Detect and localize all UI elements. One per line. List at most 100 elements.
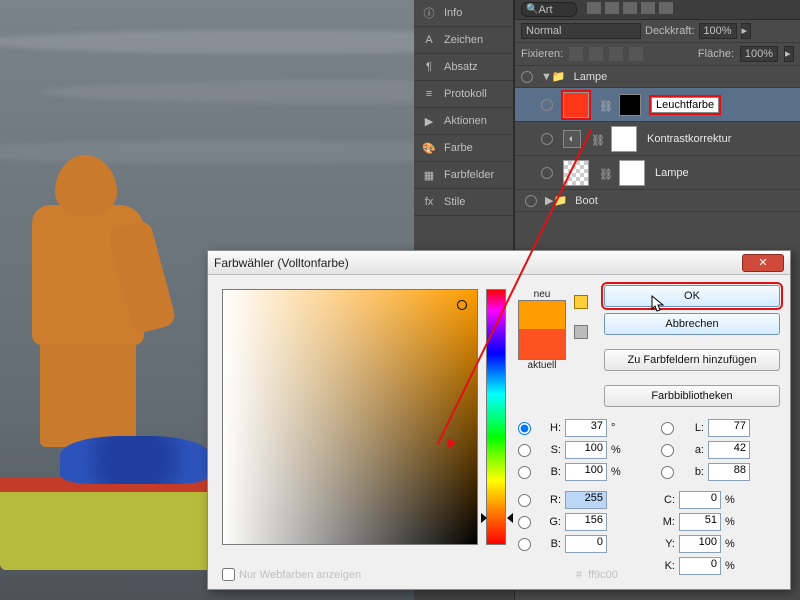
lock-artboard-icon[interactable] (629, 47, 643, 61)
input-a[interactable]: 42 (708, 441, 750, 459)
layer-mask-thumbnail[interactable] (611, 126, 637, 152)
panel-absatz[interactable]: ¶ Absatz (414, 54, 513, 81)
color-libraries-button[interactable]: Farbbibliotheken (604, 385, 780, 407)
input-r[interactable]: 255 (565, 491, 607, 509)
input-s[interactable]: 100 (565, 441, 607, 459)
label-c: C: (661, 494, 675, 506)
input-c[interactable]: 0 (679, 491, 721, 509)
visibility-toggle[interactable] (541, 99, 553, 111)
radio-a[interactable] (661, 444, 674, 457)
layer-name[interactable]: Lampe (655, 167, 689, 179)
radio-l[interactable] (661, 422, 674, 435)
radio-s[interactable] (518, 444, 531, 457)
panel-aktionen[interactable]: ▶Aktionen (414, 108, 513, 135)
panel-info[interactable]: ⓘ Info (414, 0, 513, 27)
current-color-swatch[interactable] (518, 330, 566, 360)
group-label: Lampe (574, 71, 608, 83)
opacity-value[interactable]: 100% (699, 23, 737, 39)
current-color-label: aktuell (518, 360, 566, 371)
layer-group-boot[interactable]: ▶📁 Boot (515, 190, 800, 212)
panel-label: Protokoll (444, 88, 487, 100)
panel-label: Info (444, 7, 462, 19)
add-swatch-button[interactable]: Zu Farbfeldern hinzufügen (604, 349, 780, 371)
visibility-toggle[interactable] (541, 133, 553, 145)
radio-g[interactable] (518, 516, 531, 529)
cancel-button[interactable]: Abbrechen (604, 313, 780, 335)
swatches-icon: ▦ (422, 168, 436, 182)
lock-position-icon[interactable] (589, 47, 603, 61)
panel-farbfelder[interactable]: ▦ Farbfelder (414, 162, 513, 189)
fill-flyout[interactable]: ▸ (784, 46, 794, 62)
label-y: Y: (661, 538, 675, 550)
styles-icon: fx (422, 195, 436, 209)
web-colors-check[interactable] (222, 568, 235, 581)
adjustment-icon: ◐ (563, 130, 581, 148)
web-colors-checkbox[interactable]: Nur Webfarben anzeigen (222, 568, 361, 581)
lock-all-icon[interactable] (609, 47, 623, 61)
layer-thumbnail[interactable] (563, 92, 589, 118)
radio-b2[interactable] (518, 538, 531, 551)
layer-group-lampe[interactable]: ▼📁 Lampe (515, 66, 800, 88)
visibility-toggle[interactable] (541, 167, 553, 179)
input-b2[interactable]: 0 (565, 535, 607, 553)
radio-b[interactable] (518, 466, 531, 479)
layer-filter-search[interactable]: 🔍 Art (521, 2, 577, 17)
lock-pixels-icon[interactable] (569, 47, 583, 61)
layer-kontrastkorrektur[interactable]: ◐ ⛓ Kontrastkorrektur (515, 122, 800, 156)
blend-mode-dropdown[interactable]: Normal (521, 23, 641, 39)
hue-slider-thumb-right[interactable] (507, 513, 513, 523)
panel-protokoll[interactable]: ≡Protokoll (414, 81, 513, 108)
panel-zeichen[interactable]: AZeichen (414, 27, 513, 54)
panel-label: Farbfelder (444, 169, 494, 181)
input-l[interactable]: 77 (708, 419, 750, 437)
fill-value[interactable]: 100% (740, 46, 778, 62)
layer-lampe[interactable]: ⛓ Lampe (515, 156, 800, 190)
radio-lab-b[interactable] (661, 466, 674, 479)
panel-stile[interactable]: fxStile (414, 189, 513, 216)
gamut-warning-icon[interactable] (574, 295, 588, 309)
layer-name[interactable]: Kontrastkorrektur (647, 133, 731, 145)
photo-person (20, 155, 165, 440)
layer-filter-icons[interactable] (583, 2, 673, 17)
radio-r[interactable] (518, 494, 531, 507)
ok-button[interactable]: OK (604, 285, 780, 307)
input-lab-b[interactable]: 88 (708, 463, 750, 481)
input-h[interactable]: 37 (565, 419, 607, 437)
character-icon: A (422, 33, 436, 47)
color-picker-dialog: Farbwähler (Volltonfarbe) ✕ neu aktuell … (207, 250, 791, 590)
panel-label: Farbe (444, 142, 473, 154)
layer-mask-thumbnail[interactable] (619, 160, 645, 186)
layer-name-edit[interactable]: Leuchtfarbe (651, 97, 719, 113)
cube-icon[interactable] (574, 325, 588, 339)
input-m[interactable]: 51 (679, 513, 721, 531)
input-b[interactable]: 100 (565, 463, 607, 481)
layer-leuchtfarbe[interactable]: ⛓ Leuchtfarbe (515, 88, 800, 122)
label-b: B: (537, 466, 561, 478)
dialog-title: Farbwähler (Volltonfarbe) (214, 256, 349, 270)
input-g[interactable]: 156 (565, 513, 607, 531)
hue-slider[interactable] (486, 289, 506, 545)
visibility-toggle[interactable] (521, 71, 533, 83)
hex-input[interactable]: ff9c00 (588, 569, 652, 581)
hex-label: # (576, 569, 582, 581)
opacity-flyout[interactable]: ▸ (741, 23, 751, 39)
color-field[interactable] (222, 289, 478, 545)
hue-slider-thumb-left[interactable] (481, 513, 487, 523)
label-g: G: (537, 516, 561, 528)
panel-farbe[interactable]: 🎨Farbe (414, 135, 513, 162)
input-y[interactable]: 100 (679, 535, 721, 553)
info-icon: ⓘ (422, 6, 436, 20)
label-s: S: (537, 444, 561, 456)
close-button[interactable]: ✕ (742, 254, 784, 272)
input-k[interactable]: 0 (679, 557, 721, 575)
folder-icon: ▼📁 (541, 70, 566, 83)
radio-h[interactable] (518, 422, 531, 435)
layer-mask-thumbnail[interactable] (619, 94, 641, 116)
layer-thumbnail[interactable] (563, 160, 589, 186)
dialog-titlebar[interactable]: Farbwähler (Volltonfarbe) ✕ (208, 251, 790, 275)
paragraph-icon: ¶ (422, 60, 436, 74)
group-label: Boot (575, 195, 598, 207)
label-h: H: (537, 422, 561, 434)
panel-label: Absatz (444, 61, 478, 73)
visibility-toggle[interactable] (525, 195, 537, 207)
